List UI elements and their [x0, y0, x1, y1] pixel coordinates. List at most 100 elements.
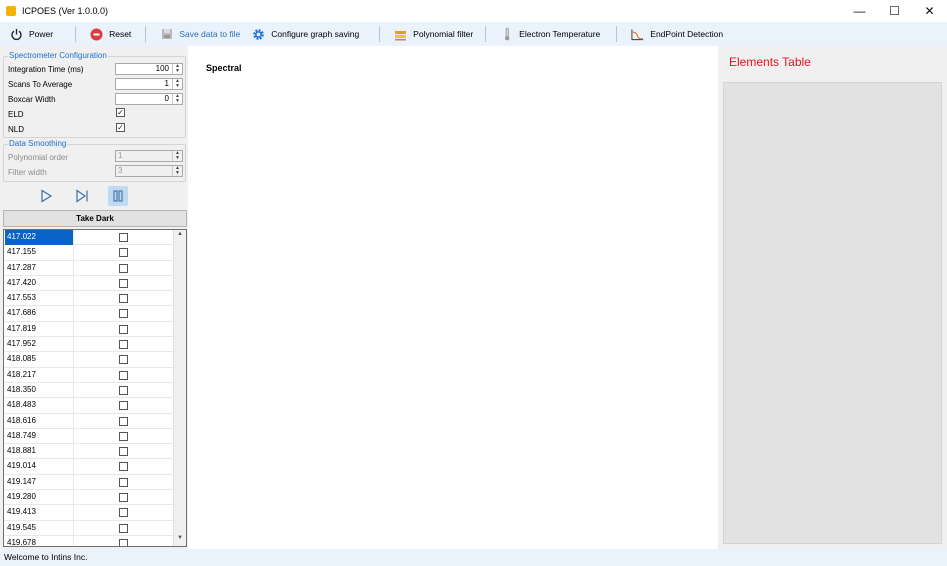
spectral-chart-area[interactable]: Spectral	[188, 46, 718, 549]
wavelength-checkbox[interactable]	[119, 355, 128, 365]
filter-width-input[interactable]: 3 ▲ ▼	[115, 165, 183, 177]
wavelength-checkbox[interactable]	[119, 340, 128, 350]
wavelength-value[interactable]: 417.022	[5, 230, 74, 245]
list-item[interactable]: 419.413	[4, 505, 186, 521]
nld-checkbox[interactable]: ✓	[116, 123, 125, 132]
list-item[interactable]: 417.155	[4, 245, 186, 261]
wavelength-value[interactable]: 418.217	[5, 367, 74, 383]
wavelength-checkbox[interactable]	[119, 431, 128, 441]
wavelength-checkbox[interactable]	[119, 324, 128, 334]
boxcar-width-spinner[interactable]: ▲ ▼	[172, 94, 182, 104]
polynomial-order-input[interactable]: 1 ▲ ▼	[115, 150, 183, 162]
wavelength-value[interactable]: 417.686	[5, 306, 74, 322]
list-item[interactable]: 419.014	[4, 459, 186, 475]
endpoint-detection-button[interactable]: EndPoint Detection	[625, 22, 729, 46]
save-data-button[interactable]: Save data to file	[154, 22, 246, 46]
integration-time-input[interactable]: 100 ▲ ▼	[115, 63, 183, 75]
reset-label: Reset	[109, 29, 132, 39]
wavelength-checkbox[interactable]	[119, 233, 128, 242]
wavelength-value[interactable]: 417.553	[5, 291, 74, 307]
minimize-button[interactable]: —	[842, 0, 877, 22]
wavelength-checkbox[interactable]	[119, 538, 128, 546]
list-item[interactable]: 418.616	[4, 413, 186, 429]
list-item[interactable]: 419.678	[4, 535, 186, 546]
scroll-up-icon[interactable]: ▲	[174, 231, 186, 241]
wavelength-value[interactable]: 419.280	[5, 490, 74, 506]
wavelength-checkbox[interactable]	[119, 493, 128, 503]
play-button[interactable]	[36, 186, 56, 206]
list-item[interactable]: 417.022	[4, 230, 186, 246]
list-item[interactable]: 419.545	[4, 520, 186, 536]
wavelength-value[interactable]: 418.616	[5, 413, 74, 429]
electron-temperature-button[interactable]: Electron Temperature	[494, 22, 606, 46]
list-item[interactable]: 417.686	[4, 306, 186, 322]
wavelength-checkbox[interactable]	[119, 462, 128, 472]
list-item[interactable]: 418.350	[4, 382, 186, 399]
list-item[interactable]: 417.420	[4, 275, 186, 292]
close-button[interactable]: ✕	[912, 0, 947, 22]
wavelength-value[interactable]: 417.420	[5, 275, 74, 291]
list-item[interactable]: 418.217	[4, 367, 186, 383]
elements-table-grid[interactable]	[723, 82, 942, 544]
wavelength-value[interactable]: 418.881	[5, 444, 74, 460]
wavelength-list-scrollbar[interactable]: ▲ ▼	[173, 230, 186, 546]
maximize-button[interactable]: ☐	[877, 0, 912, 22]
wavelength-value[interactable]: 417.819	[5, 321, 74, 337]
list-item[interactable]: 419.280	[4, 490, 186, 506]
wavelength-value[interactable]: 418.350	[5, 382, 74, 398]
wavelength-checkbox[interactable]	[119, 523, 128, 533]
wavelength-list[interactable]: 417.022 417.155 417.287 417.420 417.553 417.6…	[3, 229, 187, 547]
step-forward-button[interactable]	[72, 186, 92, 206]
electron-temperature-label: Electron Temperature	[519, 29, 601, 39]
list-item[interactable]: 417.287	[4, 260, 186, 276]
wavelength-value[interactable]: 419.678	[5, 535, 74, 546]
wavelength-checkbox[interactable]	[119, 278, 128, 288]
wavelength-value[interactable]: 419.413	[5, 505, 74, 521]
pause-button[interactable]	[108, 186, 128, 206]
integration-time-spinner[interactable]: ▲ ▼	[172, 64, 182, 74]
wavelength-checkbox[interactable]	[119, 263, 128, 273]
wavelength-value[interactable]: 417.952	[5, 337, 74, 353]
save-data-label: Save data to file	[179, 29, 241, 39]
wavelength-checkbox[interactable]	[119, 447, 128, 457]
eld-checkbox[interactable]: ✓	[116, 108, 125, 117]
wavelength-value[interactable]: 419.147	[5, 474, 74, 490]
filter-width-spinner[interactable]: ▲ ▼	[172, 166, 182, 176]
list-item[interactable]: 418.749	[4, 428, 186, 445]
polynomial-filter-button[interactable]: Polynomial filter	[388, 22, 479, 46]
wavelength-value[interactable]: 418.483	[5, 398, 74, 414]
wavelength-checkbox[interactable]	[119, 248, 128, 258]
scroll-down-icon[interactable]: ▼	[174, 535, 186, 545]
configure-graph-saving-button[interactable]: Configure graph saving	[246, 22, 365, 46]
polynomial-order-spinner[interactable]: ▲ ▼	[172, 151, 182, 161]
toolbar-separator	[145, 26, 147, 42]
wavelength-checkbox[interactable]	[119, 294, 128, 304]
list-item[interactable]: 417.819	[4, 321, 186, 338]
wavelength-checkbox[interactable]	[119, 416, 128, 426]
wavelength-checkbox[interactable]	[119, 309, 128, 319]
wavelength-checkbox[interactable]	[119, 370, 128, 380]
wavelength-value[interactable]: 418.085	[5, 352, 74, 368]
take-dark-button[interactable]: Take Dark	[3, 210, 187, 227]
list-item[interactable]: 418.483	[4, 398, 186, 414]
wavelength-checkbox[interactable]	[119, 385, 128, 395]
wavelength-value[interactable]: 417.287	[5, 260, 74, 276]
wavelength-checkbox[interactable]	[119, 401, 128, 411]
reset-button[interactable]: Reset	[84, 22, 137, 46]
wavelength-value[interactable]: 419.014	[5, 459, 74, 475]
list-item[interactable]: 418.881	[4, 444, 186, 460]
wavelength-value[interactable]: 418.749	[5, 428, 74, 444]
wavelength-value[interactable]: 419.545	[5, 520, 74, 536]
wavelength-checkbox[interactable]	[119, 508, 128, 518]
scans-to-average-input[interactable]: 1 ▲ ▼	[115, 78, 183, 90]
power-button[interactable]: Power	[4, 22, 59, 46]
list-item[interactable]: 418.085	[4, 352, 186, 368]
boxcar-width-input[interactable]: 0 ▲ ▼	[115, 93, 183, 105]
wavelength-value[interactable]: 417.155	[5, 245, 74, 261]
disk-icon	[160, 28, 173, 41]
scans-to-average-spinner[interactable]: ▲ ▼	[172, 79, 182, 89]
wavelength-checkbox[interactable]	[119, 477, 128, 487]
list-item[interactable]: 417.952	[4, 337, 186, 353]
list-item[interactable]: 417.553	[4, 291, 186, 307]
list-item[interactable]: 419.147	[4, 474, 186, 491]
